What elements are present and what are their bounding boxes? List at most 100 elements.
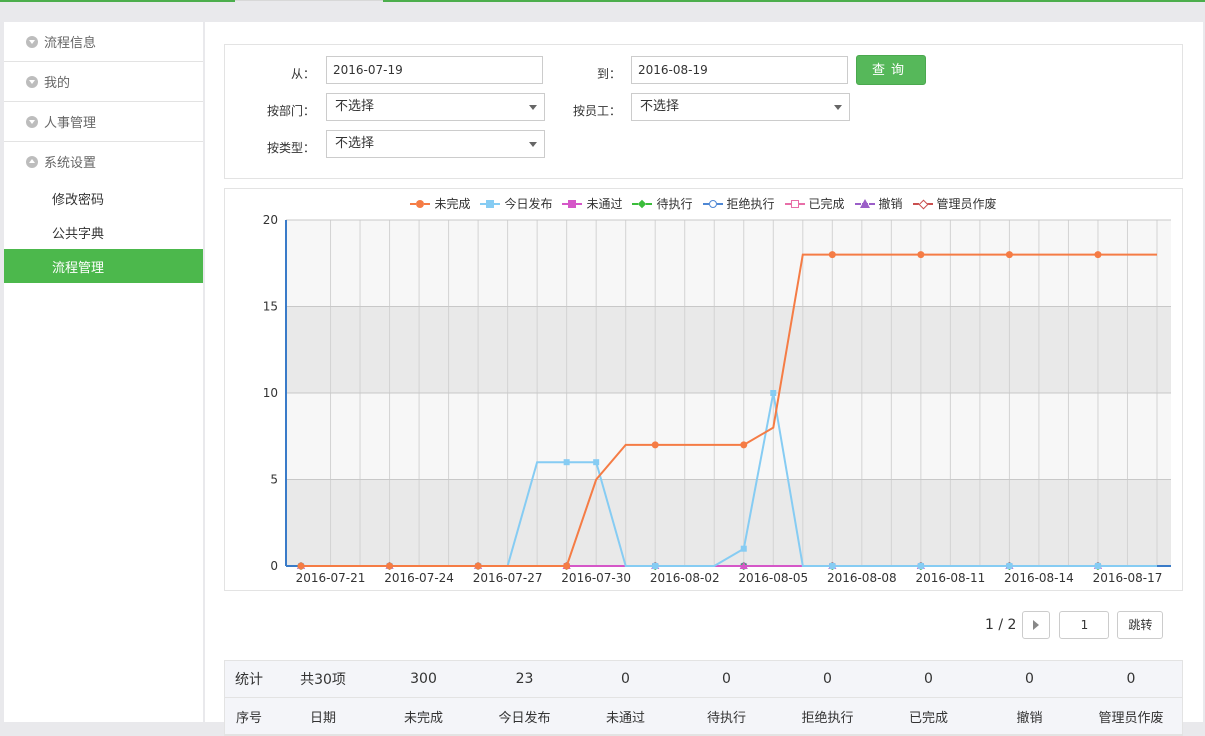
y-tick-label: 5	[270, 473, 278, 487]
table-cell: 统计	[235, 672, 263, 688]
data-point	[651, 441, 659, 449]
main-panel: 从： 2016-07-19 到： 2016-08-19 查询 按部门： 不选择 …	[205, 22, 1203, 736]
type-select[interactable]: 不选择	[326, 130, 545, 158]
y-tick-label: 15	[263, 300, 278, 314]
table-cell: 0	[1025, 671, 1034, 687]
table-cell: 共30项	[300, 672, 346, 688]
sidebar-item-change-password[interactable]: 修改密码	[4, 181, 203, 215]
sidebar-item-process-management[interactable]: 流程管理	[4, 249, 203, 283]
x-tick-label: 2016-08-02	[650, 571, 720, 585]
top-accent-line-right	[383, 0, 1205, 2]
from-date-input[interactable]: 2016-07-19	[326, 56, 543, 84]
to-label: 到：	[596, 67, 621, 81]
y-tick-label: 20	[263, 213, 278, 227]
pagination: 1 / 2 1 跳转	[985, 610, 1164, 640]
menu-group-label: 我的	[44, 76, 71, 91]
data-point	[740, 545, 747, 552]
chart-panel: 未完成 今日发布 未通过 待执行 拒绝执行 已完成 撤销 管理员作废 0 5 10 15 20 2016…	[224, 188, 1183, 591]
table-cell: 未通过	[605, 710, 645, 726]
top-tab[interactable]	[235, 0, 383, 21]
table-cell: 待执行	[706, 710, 746, 726]
to-date-input[interactable]: 2016-08-19	[631, 56, 848, 84]
table-cell: 拒绝执行	[801, 710, 854, 726]
x-tick-label: 2016-07-24	[384, 571, 454, 585]
data-point	[770, 390, 777, 396]
stats-header-row: 序号 日期 未完成 今日发布 未通过 待执行 拒绝执行 已完成 撤销 管理员作废	[225, 698, 1182, 735]
y-tick-label: 10	[263, 386, 278, 400]
x-tick-label: 2016-08-05	[738, 571, 808, 585]
table-cell: 0	[924, 671, 933, 687]
jump-button[interactable]: 跳转	[1117, 611, 1164, 639]
data-point	[563, 459, 570, 466]
caret-down-icon	[529, 142, 537, 147]
table-cell: 今日发布	[498, 710, 551, 726]
table-cell: 0	[823, 671, 832, 687]
x-tick-label: 2016-08-17	[1093, 571, 1163, 585]
data-point	[1094, 563, 1101, 569]
data-point	[917, 251, 925, 259]
stats-summary-row: 统计 共30项 300 23 0 0 0 0 0 0	[225, 661, 1182, 698]
page-number-input[interactable]: 1	[1059, 611, 1110, 639]
data-point	[917, 563, 924, 569]
table-cell: 撤销	[1016, 710, 1043, 726]
chevron-down-icon	[26, 75, 38, 88]
x-tick-label: 2016-08-11	[916, 571, 986, 585]
y-tick-label: 0	[270, 559, 278, 573]
sidebar-item-public-dictionary[interactable]: 公共字典	[4, 215, 203, 249]
table-cell: 日期	[309, 710, 336, 726]
type-label: 按类型：	[266, 141, 315, 155]
menu-group-process-info[interactable]: 流程信息	[4, 22, 203, 62]
employee-label: 按员工：	[572, 104, 621, 118]
caret-down-icon	[834, 105, 842, 110]
employee-select-value: 不选择	[640, 99, 680, 114]
data-point	[1006, 563, 1013, 569]
filter-panel: 从： 2016-07-19 到： 2016-08-19 查询 按部门： 不选择 …	[224, 44, 1183, 179]
sidebar: 流程信息 我的 人事管理 系统设置 修改密码 公共字典 流程管理	[4, 22, 203, 722]
table-cell: 0	[621, 671, 630, 687]
data-point	[1005, 251, 1013, 259]
top-strip	[0, 0, 1205, 21]
dept-select-value: 不选择	[335, 99, 375, 114]
table-cell: 300	[410, 671, 437, 687]
chevron-down-icon	[26, 115, 38, 128]
query-button[interactable]: 查询	[856, 55, 926, 85]
table-cell: 23	[515, 671, 534, 687]
dept-label: 按部门：	[266, 104, 315, 118]
table-cell: 已完成	[908, 710, 948, 726]
data-point	[297, 562, 305, 570]
chevron-up-icon	[26, 155, 38, 168]
employee-select[interactable]: 不选择	[631, 93, 850, 121]
data-point	[474, 562, 482, 570]
menu-group-label: 流程信息	[44, 36, 97, 51]
menu-group-mine[interactable]: 我的	[4, 62, 203, 102]
from-label: 从：	[290, 67, 315, 81]
table-cell: 管理员作废	[1098, 710, 1164, 726]
chevron-down-icon	[26, 35, 38, 48]
data-point	[740, 441, 748, 449]
data-point	[563, 562, 571, 570]
data-point	[652, 563, 659, 569]
data-point	[829, 563, 836, 569]
x-tick-label: 2016-08-14	[1004, 571, 1074, 585]
table-cell: 序号	[235, 710, 262, 726]
data-point	[828, 251, 836, 259]
menu-group-label: 人事管理	[44, 116, 97, 131]
table-cell: 0	[722, 671, 731, 687]
next-page-icon[interactable]	[1022, 611, 1051, 639]
type-select-value: 不选择	[335, 136, 375, 151]
menu-group-hr[interactable]: 人事管理	[4, 102, 203, 142]
x-tick-label: 2016-07-27	[473, 571, 543, 585]
dept-select[interactable]: 不选择	[326, 93, 545, 121]
x-tick-label: 2016-08-08	[827, 571, 897, 585]
data-point	[386, 562, 394, 570]
x-tick-label: 2016-07-21	[296, 571, 366, 585]
line-chart: 0 5 10 15 20 2016-07-21 2016-07-24 2016-07-27 20…	[263, 213, 1171, 585]
x-tick-label: 2016-07-30	[561, 571, 631, 585]
data-point	[1094, 251, 1102, 259]
data-point	[593, 459, 600, 466]
page-info: 1 / 2	[985, 617, 1017, 633]
table-cell: 未完成	[403, 710, 443, 726]
menu-group-label: 系统设置	[44, 156, 97, 171]
menu-group-system-settings[interactable]: 系统设置	[4, 142, 203, 181]
stats-table: 统计 共30项 300 23 0 0 0 0 0 0 序号 日期 未完成 今日发布 未通过 待执行 拒绝执行 已…	[224, 660, 1183, 736]
